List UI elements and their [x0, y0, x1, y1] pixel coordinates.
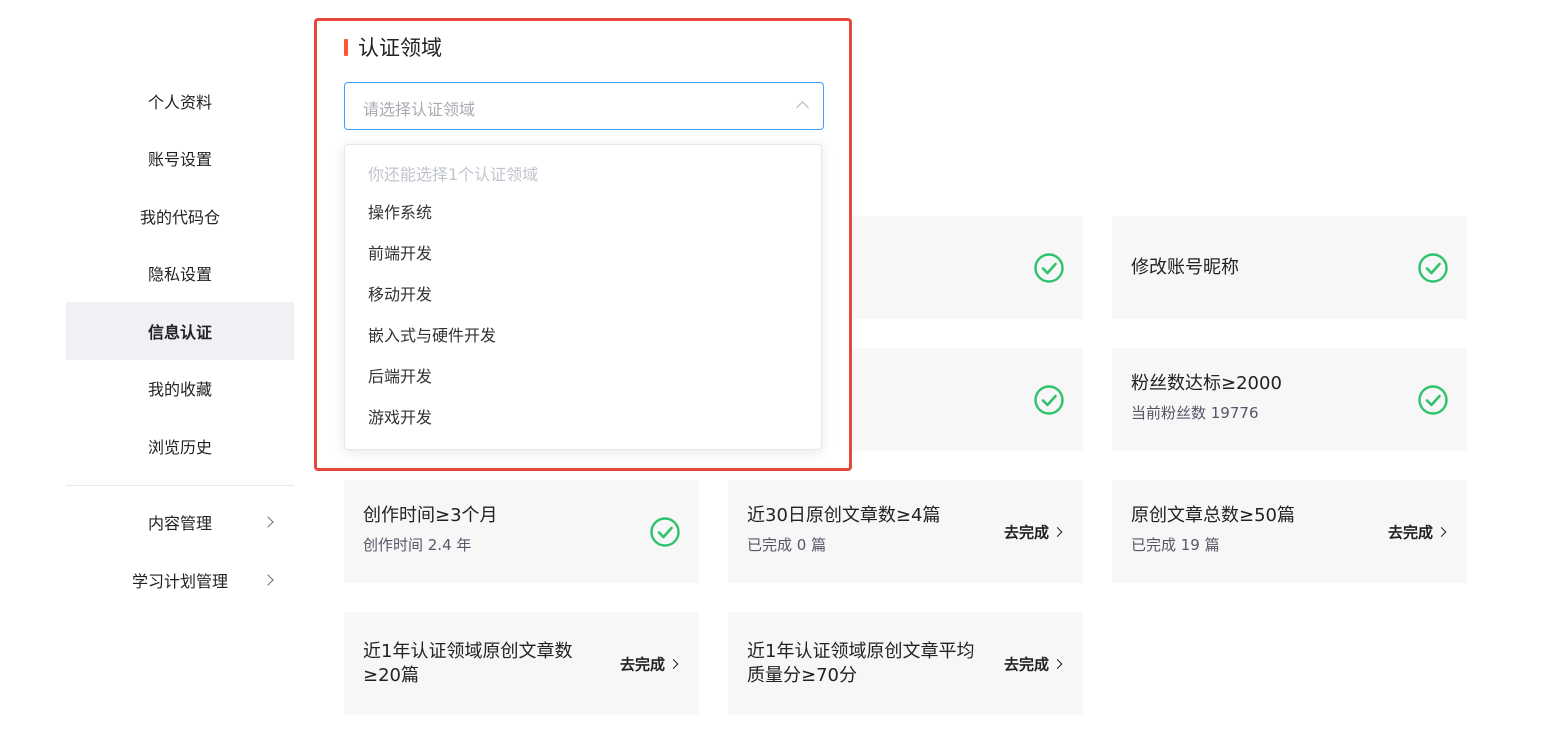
section-title: 认证领域	[344, 34, 442, 60]
sidebar-group-label: 学习计划管理	[131, 571, 228, 591]
sidebar-item-label: 浏览历史	[147, 437, 212, 457]
go-complete-label: 去完成	[1003, 655, 1049, 673]
go-complete-link[interactable]: 去完成	[1387, 521, 1447, 542]
chevron-right-icon	[1052, 526, 1063, 537]
chevron-right-icon	[262, 516, 274, 528]
dropdown-options: 操作系统 前端开发 移动开发 嵌入式与硬件开发 后端开发 游戏开发 编程语言	[345, 192, 821, 449]
dropdown-option[interactable]: 后端开发	[345, 356, 821, 397]
check-circle-icon	[1034, 384, 1064, 415]
sidebar-item-history[interactable]: 浏览历史	[66, 417, 294, 475]
sidebar-item-label: 我的代码仓	[139, 207, 220, 227]
condition-title: 原创文章总数≥50篇	[1131, 505, 1295, 526]
condition-card: 修改账号昵称	[1112, 216, 1467, 319]
go-complete-link[interactable]: 去完成	[619, 653, 679, 674]
sidebar-item-label: 信息认证	[147, 322, 212, 342]
sidebar-item-label: 隐私设置	[147, 265, 212, 285]
section-title-text: 认证领域	[358, 36, 442, 60]
condition-card: 创作时间≥3个月 创作时间 2.4 年	[344, 480, 699, 583]
check-circle-icon	[1034, 252, 1064, 283]
sidebar-item-label: 个人资料	[147, 92, 212, 112]
condition-card: 近1年认证领域原创文章数≥20篇 去完成	[344, 612, 699, 715]
sidebar-item-label: 账号设置	[147, 150, 212, 170]
dropdown-option[interactable]: 编程语言	[345, 438, 821, 449]
condition-subtitle: 已完成 0 篇	[747, 536, 827, 554]
dropdown-option[interactable]: 嵌入式与硬件开发	[345, 315, 821, 356]
dropdown-option[interactable]: 前端开发	[345, 233, 821, 274]
select-placeholder: 请选择认证领域	[363, 100, 476, 119]
chevron-right-icon	[668, 658, 679, 669]
sidebar-item-favorites[interactable]: 我的收藏	[66, 360, 294, 418]
sidebar-item-privacy[interactable]: 隐私设置	[66, 245, 294, 303]
condition-card: 近1年认证领域原创文章平均质量分≥70分 去完成	[728, 612, 1083, 715]
condition-subtitle: 当前粉丝数 19776	[1131, 404, 1259, 422]
cert-field-select[interactable]: 请选择认证领域	[344, 82, 824, 130]
dropdown-hint: 你还能选择1个认证领域	[368, 165, 539, 184]
chevron-right-icon	[1436, 526, 1447, 537]
sidebar-divider	[66, 484, 294, 486]
dropdown-option[interactable]: 移动开发	[345, 274, 821, 315]
sidebar-group-study-plan[interactable]: 学习计划管理	[66, 551, 294, 609]
dropdown-caret	[378, 145, 397, 154]
condition-subtitle: 创作时间 2.4 年	[363, 536, 472, 554]
condition-title: 近1年认证领域原创文章数≥20篇	[363, 641, 573, 686]
condition-card: 原创文章总数≥50篇 已完成 19 篇 去完成	[1112, 480, 1467, 583]
condition-title: 创作时间≥3个月	[363, 505, 498, 526]
sidebar-item-code-repo[interactable]: 我的代码仓	[66, 187, 294, 245]
condition-card: 粉丝数达标≥2000 当前粉丝数 19776	[1112, 348, 1467, 451]
condition-card: 近30日原创文章数≥4篇 已完成 0 篇 去完成	[728, 480, 1083, 583]
go-complete-label: 去完成	[619, 655, 665, 673]
check-circle-icon	[1418, 384, 1448, 415]
go-complete-label: 去完成	[1003, 523, 1049, 541]
sidebar-group-content-management[interactable]: 内容管理	[66, 494, 294, 552]
dropdown-option[interactable]: 操作系统	[345, 192, 821, 233]
chevron-right-icon	[262, 574, 274, 586]
sidebar-item-label: 我的收藏	[147, 380, 212, 400]
go-complete-link[interactable]: 去完成	[1003, 521, 1063, 542]
condition-title: 近1年认证领域原创文章平均质量分≥70分	[747, 641, 975, 686]
sidebar-item-account-settings[interactable]: 账号设置	[66, 130, 294, 188]
condition-title: 修改账号昵称	[1131, 257, 1239, 278]
go-complete-label: 去完成	[1387, 523, 1433, 541]
condition-subtitle: 已完成 19 篇	[1131, 536, 1220, 554]
sidebar-item-verification[interactable]: 信息认证	[66, 302, 294, 360]
title-accent-bar	[344, 38, 348, 56]
cert-field-dropdown: 你还能选择1个认证领域 操作系统 前端开发 移动开发 嵌入式与硬件开发 后端开发…	[344, 144, 822, 450]
check-circle-icon	[650, 516, 680, 547]
sidebar-group-label: 内容管理	[147, 514, 212, 534]
check-circle-icon	[1418, 252, 1448, 283]
condition-title: 粉丝数达标≥2000	[1131, 373, 1282, 394]
chevron-up-icon	[796, 101, 809, 114]
chevron-right-icon	[1052, 658, 1063, 669]
go-complete-link[interactable]: 去完成	[1003, 653, 1063, 674]
dropdown-option[interactable]: 游戏开发	[345, 397, 821, 438]
condition-title: 近30日原创文章数≥4篇	[747, 505, 941, 526]
sidebar: 个人资料 账号设置 我的代码仓 隐私设置 信息认证 我的收藏 浏览历史 内容管理…	[66, 72, 294, 609]
sidebar-item-profile[interactable]: 个人资料	[66, 72, 294, 130]
